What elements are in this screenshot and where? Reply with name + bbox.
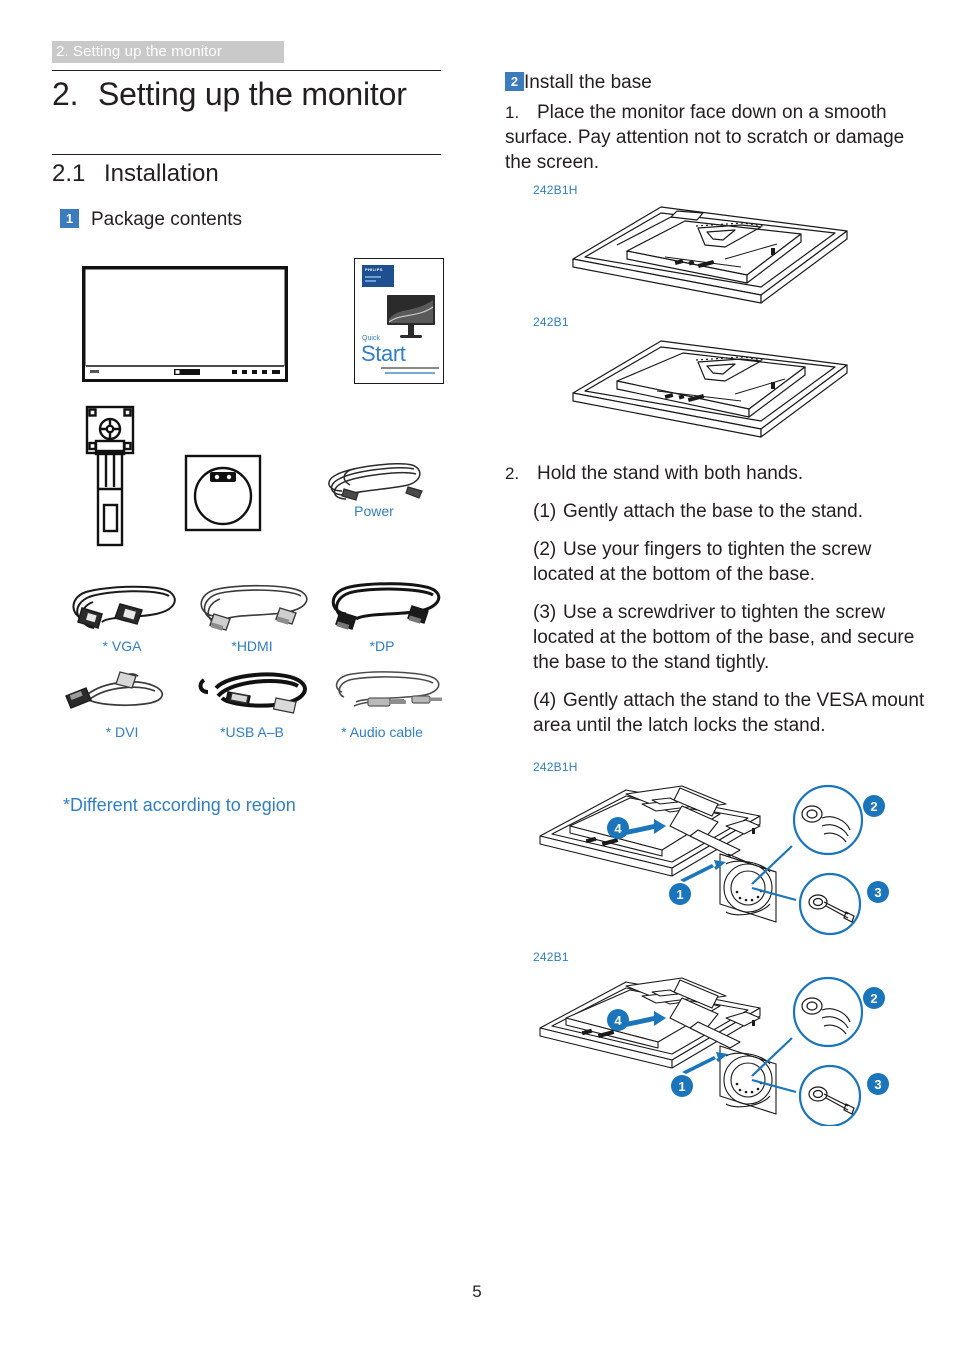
svg-text:2: 2 (870, 799, 877, 814)
chapter-number: 2. (52, 76, 79, 112)
cable-item-audio: * Audio cable (318, 666, 446, 740)
cables-grid: * VGA *HDMI *DP * DVI *USB A–B * Audio c… (52, 580, 452, 760)
chapter-title: Setting up the monitor (98, 76, 407, 112)
dvi-cable-illustration (65, 671, 164, 709)
audio-cable-illustration (335, 671, 442, 707)
caption-dp: *DP (369, 638, 395, 654)
cable-item-vga: * VGA (58, 580, 186, 654)
section-title: Installation (104, 160, 219, 187)
rule-above-section-title (52, 154, 441, 156)
caption-power: Power (354, 503, 394, 519)
cable-item-dp: *DP (318, 580, 446, 654)
figure-base-assembly-242b1h: 1 4 2 3 (539, 784, 889, 936)
subheading-install-the-base-label: Install the base (524, 72, 652, 93)
svg-text:3: 3 (874, 885, 881, 900)
step-1-text: Place the monitor face down on a smooth … (505, 102, 905, 173)
page-title: 2. Setting up the monitor (52, 76, 407, 113)
vga-cable-illustration (72, 585, 176, 629)
quick-start-guide-illustration: PHILIPS Quick Start (354, 258, 444, 384)
power-cable-illustration (328, 462, 423, 501)
callout-2: 2 (863, 987, 885, 1009)
cable-item-usb: *USB A–B (188, 666, 316, 740)
step-2-number: 2. (505, 464, 520, 483)
callout-2: 2 (863, 795, 885, 817)
guide-start-label: Start (361, 341, 406, 366)
package-contents-illustrations: PHILIPS Quick Start Power * VGA *HDMI *D… (52, 250, 452, 810)
svg-text:4: 4 (614, 821, 622, 836)
figure-monitor-face-down-242b1h (572, 206, 848, 304)
figure-2-model-label: 242B1 (533, 315, 569, 329)
section-number: 2.1 (52, 160, 86, 187)
substep-1-number: (1) (533, 501, 557, 522)
callout-4: 4 (607, 1009, 629, 1031)
callout-4: 4 (607, 817, 629, 839)
right-column: 2 Install the base 1. Place the monitor f… (505, 72, 925, 1126)
callout-3: 3 (867, 881, 889, 903)
figure-monitor-face-down-242b1 (572, 340, 848, 438)
usb-cable-illustration (198, 672, 307, 714)
page-number: 5 (472, 1282, 482, 1301)
substep-3-number: (3) (533, 602, 557, 623)
substep-3: (3) Use a screwdriver to tighten the scr… (533, 600, 925, 675)
monitor-illustration (82, 266, 288, 382)
substep-2-text: Use your fingers to tighten the screw lo… (533, 539, 872, 585)
figure-1-model-label: 242B1H (533, 183, 578, 197)
substep-3-text: Use a screwdriver to tighten the screw l… (533, 602, 915, 673)
philips-logo: PHILIPS (362, 265, 394, 287)
svg-text:4: 4 (614, 1013, 622, 1028)
substeps-list: (1) Gently attach the base to the stand.… (533, 499, 925, 738)
step-1-number: 1. (505, 103, 520, 122)
subheading-package-contents-label: Package contents (91, 209, 243, 230)
callout-1: 1 (671, 1075, 693, 1097)
substep-2: (2) Use your fingers to tighten the scre… (533, 537, 925, 587)
figure-3-model-label: 242B1H (533, 760, 578, 774)
section-heading: 2.1 Installation (52, 160, 219, 188)
substep-2-number: (2) (533, 539, 557, 560)
running-header: 2. Setting up the monitor (52, 41, 284, 63)
guide-cover-monitor-image (387, 295, 435, 338)
guide-footer-line-2 (385, 372, 435, 374)
svg-text:3: 3 (874, 1077, 881, 1092)
subheading-install-the-base: 2 Install the base (505, 72, 925, 94)
philips-logo-text: PHILIPS (365, 267, 383, 272)
badge-2: 2 (505, 72, 524, 91)
figure-4-model-label: 242B1 (533, 950, 569, 964)
cable-item-hdmi: *HDMI (188, 580, 316, 654)
hdmi-cable-illustration (200, 584, 308, 631)
caption-hdmi: *HDMI (231, 638, 273, 654)
stand-illustration (85, 405, 135, 547)
dp-cable-illustration (331, 582, 441, 630)
caption-audio-cable: * Audio cable (341, 724, 423, 740)
substep-4: (4) Gently attach the stand to the VESA … (533, 688, 925, 738)
substep-1-text: Gently attach the base to the stand. (563, 501, 863, 522)
step-1: 1. Place the monitor face down on a smoo… (505, 100, 925, 175)
figure-base-assembly-242b1: 1 4 2 3 (539, 976, 889, 1126)
badge-1: 1 (60, 209, 79, 228)
base-illustration (184, 454, 262, 532)
logo-bar-2 (365, 280, 376, 282)
step-2-text: Hold the stand with both hands. (537, 463, 804, 484)
svg-text:2: 2 (870, 991, 877, 1006)
guide-footer-line-1 (381, 367, 439, 369)
svg-text:1: 1 (678, 1079, 685, 1094)
substep-4-text: Gently attach the stand to the VESA moun… (533, 690, 925, 736)
substep-1: (1) Gently attach the base to the stand. (533, 499, 925, 524)
cable-item-dvi: * DVI (58, 666, 186, 740)
step-2: 2. Hold the stand with both hands. (505, 461, 925, 486)
caption-vga: * VGA (102, 638, 142, 654)
caption-dvi: * DVI (105, 724, 139, 740)
rule-above-chapter-title (52, 70, 441, 72)
caption-usb: *USB A–B (220, 724, 284, 740)
manual-page: 2. Setting up the monitor 2. Setting up t… (0, 0, 954, 1354)
svg-text:1: 1 (676, 887, 683, 902)
region-note: *Different according to region (63, 795, 296, 815)
callout-1: 1 (669, 883, 691, 905)
logo-bar-1 (365, 276, 381, 278)
callout-3: 3 (867, 1073, 889, 1095)
substep-4-number: (4) (533, 690, 557, 711)
subheading-package-contents: 1 Package contents (60, 209, 242, 231)
